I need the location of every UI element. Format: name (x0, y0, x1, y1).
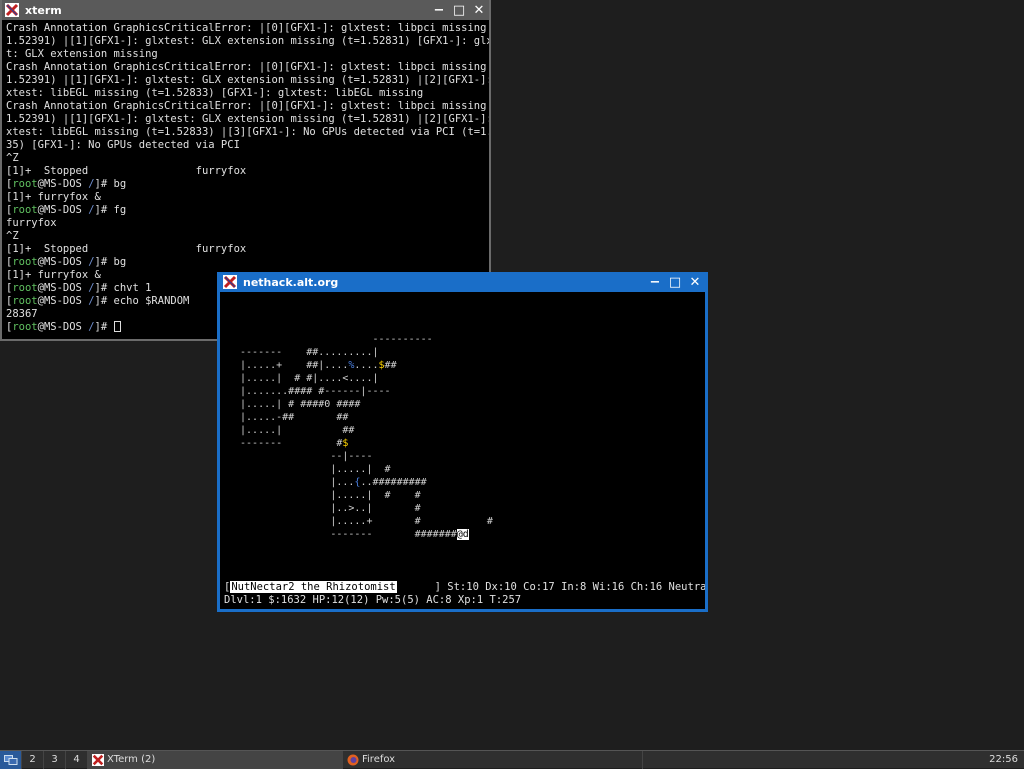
command-text: ]# (94, 321, 114, 333)
prompt-user: root (12, 256, 38, 268)
nethack-terminal[interactable]: ---------- ------- ##.........| |.....+ … (220, 293, 705, 609)
map-row: |..>..| # (234, 503, 421, 514)
terminal-line: [1]+ Stopped furryfox (6, 243, 247, 255)
map-row: |.....| # #|....<....| (234, 373, 379, 384)
workspace-4-button[interactable]: 4 (66, 750, 88, 769)
prompt-line: [root@MS-DOS /]# bg (6, 256, 485, 269)
map-row: |.....| ## (234, 425, 355, 436)
workspace-3-button[interactable]: 3 (44, 750, 66, 769)
gold-glyph: $ (378, 360, 385, 371)
close-icon[interactable]: ✕ (685, 272, 705, 292)
nethack-title: nethack.alt.org (243, 275, 339, 289)
terminal-line: ^Z (6, 152, 19, 164)
map-row: ---------- (234, 334, 433, 345)
command-text: ]# bg (94, 178, 127, 190)
prompt-host: @MS-DOS (37, 204, 89, 216)
workspace-2-button[interactable]: 2 (22, 750, 44, 769)
command-text: ]# chvt 1 (94, 282, 152, 294)
map-row: |.....-## ## (234, 412, 349, 423)
terminal-line: furryfox (6, 217, 57, 229)
minimize-icon[interactable]: − (645, 272, 665, 292)
gold-glyph: $ (342, 438, 349, 449)
terminal-line: Crash Annotation GraphicsCriticalError: … (6, 22, 489, 34)
terminal-line: 35) [GFX1-]: No GPUs detected via PCI (6, 139, 240, 151)
prompt-host: @MS-DOS (37, 282, 89, 294)
terminal-line: [1]+ Stopped furryfox (6, 165, 247, 177)
terminal-line: t: GLX extension missing (6, 48, 158, 60)
player-glyph: @ (456, 529, 463, 540)
prompt-host: @MS-DOS (37, 321, 89, 333)
prompt-line: [root@MS-DOS /]# bg (6, 178, 485, 191)
nethack-titlebar[interactable]: nethack.alt.org − □ ✕ (220, 272, 705, 292)
terminal-line: xtest: libEGL missing (t=1.52833) |[3][G… (6, 126, 489, 138)
maximize-icon[interactable]: □ (665, 272, 685, 292)
terminal-line: ^Z (6, 230, 19, 242)
prompt-user: root (12, 204, 38, 216)
status-bottom-line: Dlvl:1 $:1632 HP:12(12) Pw:5(5) AC:8 Xp:… (224, 594, 522, 606)
command-text: ]# echo $RANDOM (94, 295, 190, 307)
map-row: |.....+ ##|....%....$## (234, 360, 397, 371)
map-row: ------- #$ (234, 438, 349, 449)
xterm-titlebar[interactable]: xterm − □ ✕ (2, 0, 489, 20)
workspace-1-button[interactable] (0, 750, 22, 769)
prompt-line: [root@MS-DOS /]# fg (6, 204, 485, 217)
map-row: |.....| # ####0 #### (234, 399, 361, 410)
prompt-user: root (12, 282, 38, 294)
map-row: |.......#### #------|---- (234, 386, 391, 397)
pet-glyph: d (462, 529, 469, 540)
taskbar-firefox[interactable]: Firefox (343, 750, 643, 769)
status-lines: [NutNectar2 the Rhizotomist ] St:10 Dx:1… (224, 581, 705, 607)
character-name: NutNectar2 the Rhizotomist (230, 581, 397, 593)
clock: 22:56 (989, 754, 1018, 765)
maximize-icon[interactable]: □ (449, 0, 469, 20)
map-row: --|---- (234, 451, 373, 462)
close-icon[interactable]: ✕ (469, 0, 489, 20)
command-text: ]# fg (94, 204, 127, 216)
prompt-user: root (12, 321, 38, 333)
terminal-line: 1.52391) |[1][GFX1-]: glxtest: GLX exten… (6, 74, 489, 86)
terminal-line: Crash Annotation GraphicsCriticalError: … (6, 100, 489, 112)
terminal-line: xtest: libEGL missing (t=1.52833) [GFX1-… (6, 87, 424, 99)
terminal-line: 1.52391) |[1][GFX1-]: glxtest: GLX exten… (6, 35, 489, 47)
map-row: ------- ##.........| (234, 347, 379, 358)
taskbar-firefox-label: Firefox (362, 754, 396, 765)
cursor (113, 321, 121, 332)
firefox-icon (347, 754, 359, 765)
taskbar-xterm-label: XTerm (2) (107, 754, 156, 765)
prompt-host: @MS-DOS (37, 295, 89, 307)
prompt-host: @MS-DOS (37, 256, 89, 268)
character-stats: St:10 Dx:10 Co:17 In:8 Wi:16 Ch:16 Neutr… (447, 581, 705, 593)
terminal-line: Crash Annotation GraphicsCriticalError: … (6, 61, 489, 73)
xterm-title: xterm (25, 3, 62, 17)
item-glyph: % (348, 360, 355, 371)
prompt-user: root (12, 295, 38, 307)
command-text: ]# bg (94, 256, 127, 268)
map-row: |.....| # (234, 464, 391, 475)
item-glyph: { (354, 477, 361, 488)
prompt-user: root (12, 178, 38, 190)
workspace-icon (3, 754, 17, 765)
map-row: ------- #######@d (234, 529, 469, 540)
terminal-line: [1]+ furryfox & (6, 191, 101, 203)
map-row: |...{..######### (234, 477, 427, 488)
minimize-icon[interactable]: − (429, 0, 449, 20)
x-logo-icon (223, 275, 237, 289)
dungeon-map: ---------- ------- ##.........| |.....+ … (234, 333, 493, 541)
taskbar-xterm[interactable]: XTerm (2) (88, 750, 343, 769)
map-row: |.....+ # # (234, 516, 493, 527)
taskbar: 2 3 4 XTerm (2) Firefox 22:56 (0, 750, 1024, 769)
map-row: |.....| # # (234, 490, 421, 501)
terminal-line: 1.52391) |[1][GFX1-]: glxtest: GLX exten… (6, 113, 489, 125)
prompt-host: @MS-DOS (37, 178, 89, 190)
x-logo-icon (5, 3, 19, 17)
nethack-window[interactable]: nethack.alt.org − □ ✕ ---------- -------… (217, 272, 708, 612)
x-logo-icon (92, 753, 104, 766)
